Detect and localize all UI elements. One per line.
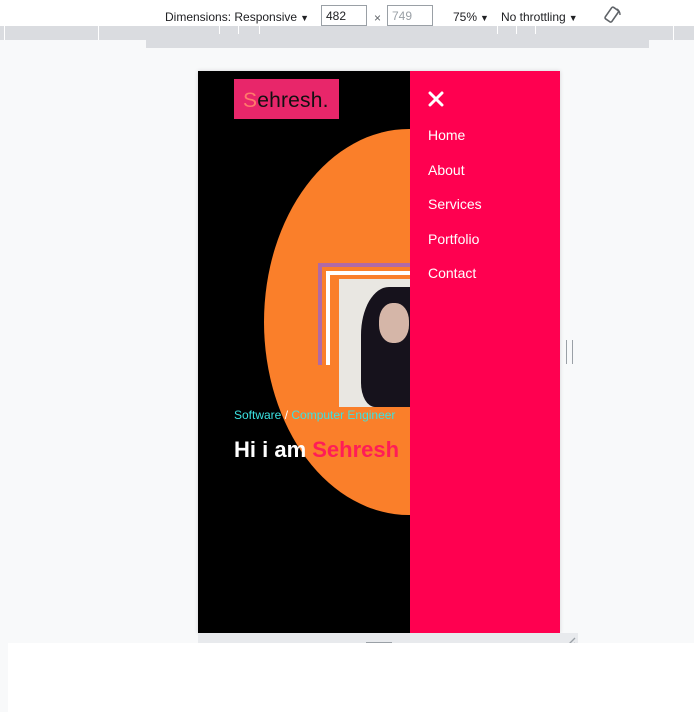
ruler-track bbox=[146, 34, 649, 48]
ruler-segment[interactable] bbox=[5, 26, 99, 40]
zoom-dropdown[interactable]: 75% ▼ bbox=[453, 10, 489, 24]
menu-item-about[interactable]: About bbox=[428, 162, 465, 178]
throttling-dropdown[interactable]: No throttling ▼ bbox=[501, 10, 578, 24]
width-resize-handle[interactable] bbox=[566, 340, 573, 364]
menu-item-services[interactable]: Services bbox=[428, 196, 482, 212]
site-logo[interactable]: Sehresh. bbox=[234, 79, 339, 119]
chevron-down-icon: ▼ bbox=[480, 13, 489, 23]
height-input[interactable] bbox=[387, 5, 433, 26]
menu-item-portfolio[interactable]: Portfolio bbox=[428, 231, 479, 247]
menu-item-home[interactable]: Home bbox=[428, 127, 465, 143]
hero-headline: Hi i am Sehresh bbox=[234, 437, 399, 463]
rotate-icon[interactable] bbox=[601, 5, 623, 27]
page-background bbox=[8, 643, 694, 712]
side-menu: Home About Services Portfolio Contact bbox=[410, 71, 560, 633]
profile-photo bbox=[339, 279, 419, 407]
menu-item-contact[interactable]: Contact bbox=[428, 265, 476, 281]
device-viewport: Sehresh. Software / Computer Engineer Hi… bbox=[198, 71, 560, 633]
hero-subtitle: Software / Computer Engineer bbox=[234, 408, 395, 422]
dimension-separator: × bbox=[374, 11, 382, 25]
chevron-down-icon: ▼ bbox=[568, 13, 578, 23]
subtitle-engineer: Computer Engineer bbox=[291, 408, 396, 422]
logo-initial: S bbox=[243, 89, 258, 112]
ruler-segment[interactable] bbox=[674, 26, 694, 40]
headline-name: Sehresh bbox=[312, 437, 400, 462]
subtitle-separator: / bbox=[281, 408, 292, 422]
dimensions-label: Dimensions: Responsive bbox=[165, 10, 298, 24]
subtitle-software: Software bbox=[234, 408, 282, 422]
zoom-label: 75% bbox=[453, 10, 478, 24]
photo-face bbox=[379, 303, 409, 343]
width-input[interactable] bbox=[321, 5, 367, 26]
chevron-down-icon: ▼ bbox=[300, 13, 309, 23]
logo-text: ehresh bbox=[257, 89, 323, 112]
close-icon[interactable] bbox=[428, 91, 444, 107]
logo-dot: . bbox=[322, 89, 329, 112]
headline-prefix: Hi i am bbox=[234, 437, 313, 462]
dimensions-dropdown[interactable]: Dimensions: Responsive ▼ bbox=[165, 10, 309, 24]
throttling-label: No throttling bbox=[501, 10, 566, 24]
